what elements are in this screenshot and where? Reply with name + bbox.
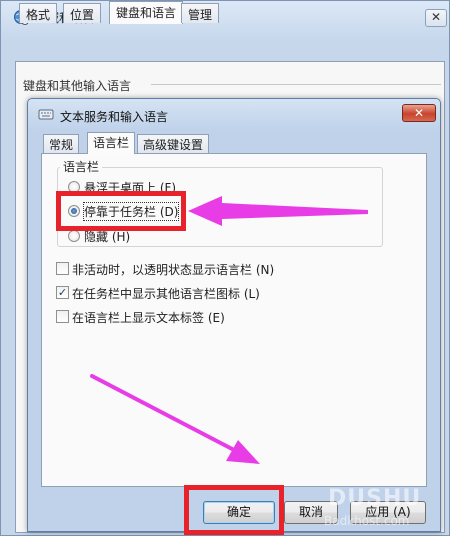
watermark: DUSHU Badkhost.com <box>318 484 446 534</box>
arrow-to-docked-option <box>188 196 368 226</box>
arrow-to-ok-button <box>90 374 260 464</box>
watermark-text: DUSHU <box>328 486 422 511</box>
annotation-arrows <box>90 196 368 464</box>
watermark-subtext: Badkhost.com <box>324 514 410 528</box>
